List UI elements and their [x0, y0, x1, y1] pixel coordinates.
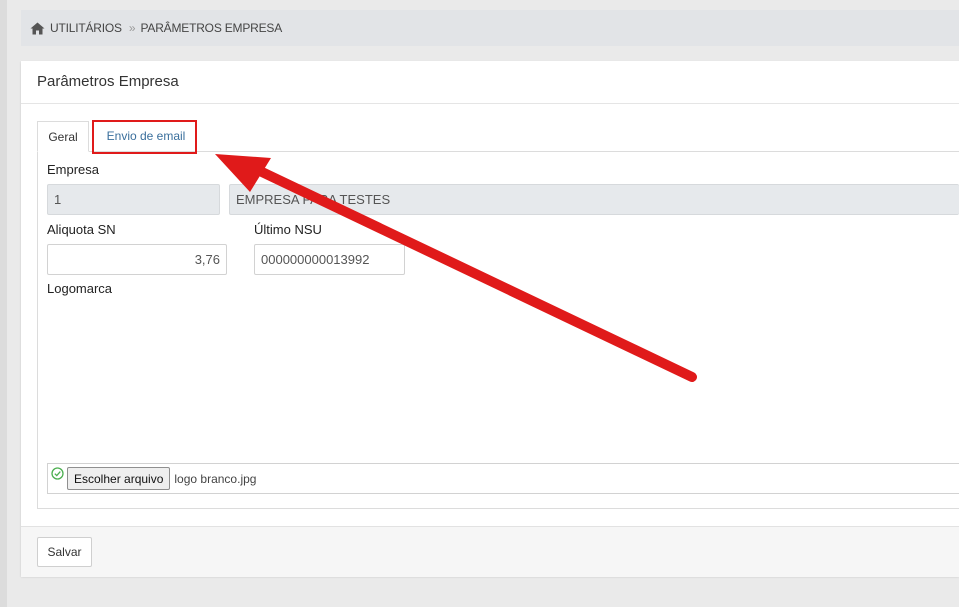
choose-file-button[interactable]: Escolher arquivo [67, 467, 171, 490]
tab-geral[interactable]: Geral [37, 121, 89, 152]
logomarca-file-input[interactable]: Escolher arquivo logo branco.jpg [47, 463, 959, 494]
home-icon[interactable] [30, 21, 45, 35]
divider [21, 103, 959, 104]
empresa-name-field: EMPRESA PARA TESTES [229, 184, 959, 215]
empresa-label: Empresa [47, 162, 100, 177]
window-edge [0, 0, 7, 607]
logomarca-label: Logomarca [47, 281, 113, 296]
ultimo-nsu-input[interactable]: 000000000013992 [254, 244, 405, 275]
breadcrumb-item-utilitarios[interactable]: UTILITÁRIOS [50, 21, 122, 35]
breadcrumb: UTILITÁRIOS » PARÂMETROS EMPRESA [21, 10, 959, 46]
breadcrumb-item-parametros-empresa: PARÂMETROS EMPRESA [140, 21, 283, 35]
ultimo-nsu-label: Último NSU [254, 222, 322, 237]
breadcrumb-separator-icon: » [128, 21, 135, 35]
card-footer: Salvar [21, 526, 959, 577]
check-circle-icon [51, 467, 64, 480]
aliquota-sn-input[interactable]: 3,76 [47, 244, 227, 275]
card-title: Parâmetros Empresa [37, 73, 179, 90]
tab-envio-email[interactable]: Envio de email [95, 121, 197, 151]
empresa-code-field: 1 [47, 184, 220, 215]
file-name: logo branco.jpg [174, 471, 257, 486]
aliquota-sn-label: Aliquota SN [47, 222, 116, 237]
parametros-card: Parâmetros Empresa Geral Envio de email … [21, 61, 959, 577]
save-button[interactable]: Salvar [37, 537, 92, 567]
